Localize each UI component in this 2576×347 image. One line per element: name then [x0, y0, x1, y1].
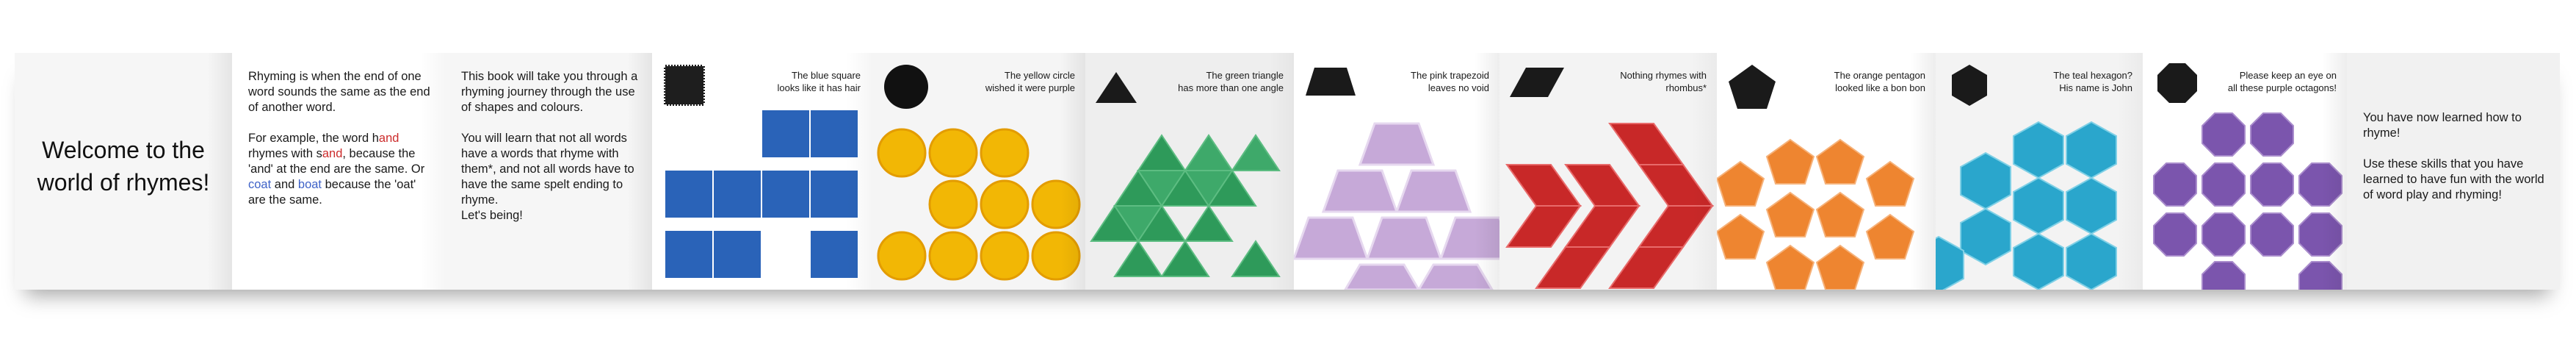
caption-line-1: The teal hexagon? — [2053, 70, 2132, 81]
caption-line-2: rhombus* — [1665, 82, 1707, 93]
cover-panel: Welcome to the world of rhymes! — [15, 53, 232, 290]
caption-line-1: The pink trapezoid — [1411, 70, 1489, 81]
caption-trapezoid: The pink trapezoid leaves no void — [1335, 69, 1489, 94]
page-octagon: Please keep an eye on all these purple o… — [2143, 53, 2347, 290]
page-pentagon: The orange pentagon looked like a bon bo… — [1717, 53, 1936, 290]
intro-text-run: rhymes with s — [248, 147, 322, 160]
about-panel: This book will take you through a rhymin… — [445, 53, 652, 290]
caption-line-2: all these purple octagons! — [2227, 82, 2337, 93]
caption-line-1: Nothing rhymes with — [1620, 70, 1707, 81]
caption-line-2: wished it were purple — [985, 82, 1075, 93]
cover-title-line-2: world of rhymes! — [37, 169, 210, 196]
caption-hexagon: The teal hexagon? His name is John — [1978, 69, 2132, 94]
caption-line-2: looked like a bon bon — [1835, 82, 1925, 93]
caption-circle: The yellow circle wished it were purple — [921, 69, 1075, 94]
caption-square: The blue square looks like it has hair — [706, 69, 861, 94]
intro-text: Rhyming is when the end of one word soun… — [248, 69, 435, 223]
caption-line-1: The yellow circle — [1004, 70, 1075, 81]
caption-line-1: The orange pentagon — [1834, 70, 1925, 81]
caption-line-2: has more than one angle — [1178, 82, 1284, 93]
intro-panel: Rhyming is when the end of one word soun… — [232, 53, 445, 290]
page-circle: The yellow circle wished it were purple — [871, 53, 1085, 290]
cover-title: Welcome to the world of rhymes! — [15, 134, 232, 198]
caption-octagon: Please keep an eye on all these purple o… — [2182, 69, 2337, 94]
caption-line-2: leaves no void — [1428, 82, 1489, 93]
highlight-and-sand: and — [322, 147, 343, 160]
blue-square-tiles — [665, 110, 858, 278]
cover-title-line-1: Welcome to the — [42, 137, 205, 163]
about-text: This book will take you through a rhymin… — [461, 69, 642, 239]
caption-line-1: Please keep an eye on — [2239, 70, 2337, 81]
page-hexagon: The teal hexagon? His name is John — [1936, 53, 2143, 290]
red-rhombuses — [1505, 123, 1714, 289]
caption-line-1: The green triangle — [1206, 70, 1284, 81]
green-triangles — [1090, 134, 1281, 277]
outro-paragraph-1: You have now learned how to rhyme! — [2363, 111, 2522, 140]
outro-paragraph-2: Use these skills that you have learned t… — [2363, 157, 2544, 201]
highlight-and-hand: and — [378, 132, 399, 145]
outro-panel: You have now learned how to rhyme! Use t… — [2347, 53, 2560, 290]
about-paragraph-2: You will learn that not all words have a… — [461, 131, 642, 223]
yellow-circles — [877, 128, 1081, 281]
about-paragraph-2-text: You will learn that not all words have a… — [461, 132, 634, 207]
accordion-book: Welcome to the world of rhymes! Rhyming … — [15, 53, 2560, 290]
caption-line-2: looks like it has hair — [777, 82, 861, 93]
purple-octagons — [2153, 112, 2342, 290]
teal-hexagons — [1936, 121, 2117, 290]
caption-line-2: His name is John — [2059, 82, 2132, 93]
caption-line-1: The blue square — [792, 70, 861, 81]
page-square: The blue square looks like it has hair — [652, 53, 871, 290]
caption-triangle: The green triangle has more than one ang… — [1129, 69, 1284, 94]
pink-trapezoids — [1294, 122, 1499, 290]
outro-text: You have now learned how to rhyme! Use t… — [2363, 110, 2550, 218]
highlight-boat: boat — [297, 178, 322, 191]
highlight-coat: coat — [248, 178, 272, 191]
page-trapezoid: The pink trapezoid leaves no void — [1294, 53, 1499, 290]
pentagon-icon — [1729, 65, 1776, 109]
orange-pentagons — [1717, 138, 1915, 290]
page-rhombus: Nothing rhymes with rhombus* — [1499, 53, 1717, 290]
intro-paragraph-2: For example, the word hand rhymes with s… — [248, 131, 435, 208]
square-icon — [664, 65, 705, 106]
intro-text-run: For example, the word h — [248, 132, 379, 145]
caption-rhombus: Nothing rhymes with rhombus* — [1552, 69, 1707, 94]
about-paragraph-1: This book will take you through a rhymin… — [461, 70, 638, 114]
intro-paragraph-1: Rhyming is when the end of one word soun… — [248, 70, 430, 114]
caption-pentagon: The orange pentagon looked like a bon bo… — [1771, 69, 1925, 94]
intro-text-run: and — [271, 178, 298, 191]
page-triangle: The green triangle has more than one ang… — [1085, 53, 1294, 290]
about-paragraph-3: Let's being! — [461, 209, 523, 222]
